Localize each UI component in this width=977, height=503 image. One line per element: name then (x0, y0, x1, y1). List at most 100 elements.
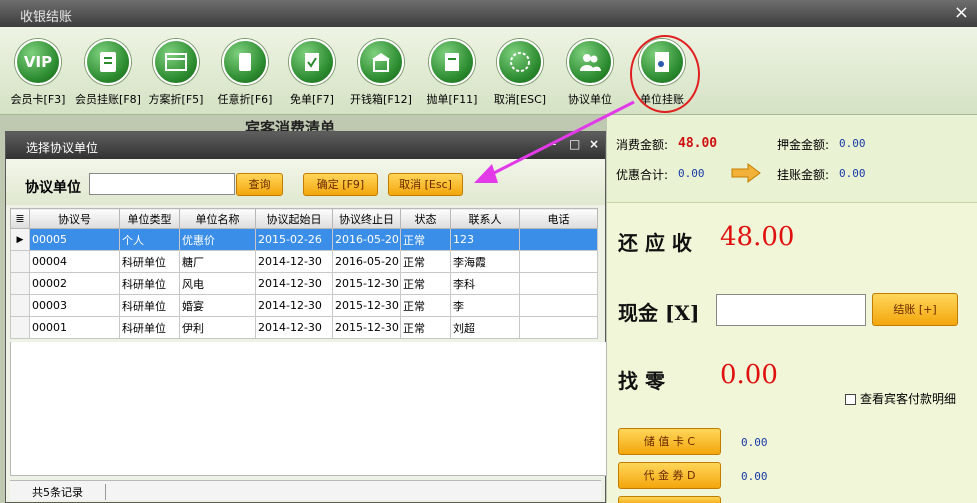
toolbar-button-agreement-unit[interactable]: 协议单位 (555, 39, 625, 107)
search-bar: 协议单位 查询 确定 [F9] 取消 [Esc] (6, 159, 605, 205)
table-cell: 个人 (119, 228, 180, 251)
table-row[interactable]: 00002 科研单位 风电 2014-12-30 2015-12-30 正常 李科 (10, 272, 598, 295)
toolbar-button-custom-discount[interactable]: 任意折[F6] (210, 39, 280, 107)
arrow-right-icon (731, 163, 761, 183)
confirm-button[interactable]: 确定 [F9] (303, 173, 378, 196)
table-cell: 科研单位 (119, 294, 180, 317)
dialog-close-icon[interactable]: × (589, 137, 599, 151)
table-cell: 2015-12-30 (332, 316, 401, 339)
toolbar-label: 协议单位 (568, 93, 612, 106)
window-titlebar: 收银结账 × (0, 0, 977, 27)
free-order-icon (289, 39, 335, 85)
table-cell: 科研单位 (119, 250, 180, 273)
table-cell: 2015-12-30 (332, 294, 401, 317)
row-indicator (10, 294, 30, 317)
dialog-title: 选择协议单位 (26, 141, 99, 155)
toolbar-button-plan-discount[interactable]: 方案折[F5] (141, 39, 211, 107)
column-header[interactable]: 协议起始日 (255, 208, 333, 229)
table-cell: 优惠价 (179, 228, 256, 251)
table-cell: 2015-12-30 (332, 272, 401, 295)
payment-detail-label: 查看宾客付款明细 (860, 392, 957, 406)
table-cell: 2016-05-20 (332, 250, 401, 273)
table-cell: 2014-12-30 (255, 250, 333, 273)
dialog-titlebar: 选择协议单位 - □ × (6, 132, 605, 159)
payment-detail-checkbox[interactable]: 查看宾客付款明细 (845, 390, 956, 407)
maximize-icon[interactable]: □ (569, 137, 580, 151)
amount-due-value: 48.00 (720, 222, 795, 252)
table-cell: 糖厂 (179, 250, 256, 273)
column-header[interactable]: 协议终止日 (332, 208, 401, 229)
discount-total-label: 优惠合计: (616, 168, 669, 182)
summary-box (607, 115, 977, 203)
table-cell: 2014-12-30 (255, 272, 333, 295)
next-payment-button[interactable] (618, 496, 721, 503)
table-cell: 风电 (179, 272, 256, 295)
table-cell: 正常 (400, 228, 451, 251)
column-header[interactable]: 单位名称 (179, 208, 256, 229)
table-row[interactable]: 00001 科研单位 伊利 2014-12-30 2015-12-30 正常 刘超 (10, 316, 598, 339)
table-cell: 科研单位 (119, 316, 180, 339)
table-cell: 00003 (29, 294, 120, 317)
table-row[interactable]: 00003 科研单位 婚宴 2014-12-30 2015-12-30 正常李 (10, 294, 598, 317)
credit-amount-label: 挂账金额: (777, 168, 830, 182)
table-cell: 123 (450, 228, 520, 251)
toolbar-button-cash-drawer[interactable]: 开钱箱[F12] (346, 39, 416, 107)
table-row[interactable]: ▶ 00005 个人 优惠价 2015-02-26 2016-05-20 正常 123 (10, 228, 598, 251)
table-cell: 正常 (400, 316, 451, 339)
column-header[interactable]: 联系人 (450, 208, 520, 229)
table-cell (519, 228, 598, 251)
table-cell: 李科 (450, 272, 520, 295)
row-indicator (10, 272, 30, 295)
table-cell: 正常 (400, 294, 451, 317)
cash-drawer-icon (358, 39, 404, 85)
table-cell: 正常 (400, 272, 451, 295)
table-empty-area (10, 342, 607, 476)
toolbar-button-cancel[interactable]: 取消[ESC] (485, 39, 555, 107)
suspend-order-icon (429, 39, 475, 85)
column-header[interactable]: 单位类型 (119, 208, 180, 229)
cash-input[interactable] (716, 294, 866, 326)
column-header[interactable]: 协议号 (29, 208, 120, 229)
checkbox-box[interactable] (845, 394, 856, 405)
select-agreement-unit-dialog: 选择协议单位 - □ × 协议单位 查询 确定 [F9] 取消 [Esc] ≣ 协… (5, 131, 607, 503)
table-cell: 伊利 (179, 316, 256, 339)
cash-label: 现金 [X] (618, 301, 700, 325)
row-indicator (10, 316, 30, 339)
cancel-icon (497, 39, 543, 85)
toolbar-button-suspend-order[interactable]: 抛单[F11] (417, 39, 487, 107)
amount-due-label: 还 应 收 (618, 231, 692, 255)
toolbar-button-free-order[interactable]: 免单[F7] (277, 39, 347, 107)
close-icon[interactable]: × (954, 2, 969, 23)
minimize-icon[interactable]: - (552, 137, 556, 151)
toolbar: VIP 会员卡[F3] 会员挂账[F8] 方案折[F5] 任意折[F6] 免单[F7] 开钱… (0, 27, 977, 115)
cancel-button[interactable]: 取消 [Esc] (388, 173, 463, 196)
table-row[interactable]: 00004 科研单位 糖厂 2014-12-30 2016-05-20 正常 李海霞 (10, 250, 598, 273)
table-cell: 婚宴 (179, 294, 256, 317)
window-title: 收银结账 (20, 10, 73, 25)
column-header[interactable]: 状态 (400, 208, 451, 229)
table-cell: 2016-05-20 (332, 228, 401, 251)
record-count: 共5条记录 (32, 484, 106, 500)
table-cell (519, 316, 598, 339)
row-indicator (10, 250, 30, 273)
table-cell: 00001 (29, 316, 120, 339)
deposit-amount-label: 押金金额: (777, 138, 830, 152)
agreement-unit-icon (567, 39, 613, 85)
table-cell: 李 (450, 294, 520, 317)
voucher-button[interactable]: 代 金 券 D (618, 462, 721, 489)
stored-card-button[interactable]: 储 值 卡 C (618, 428, 721, 455)
deposit-amount-value: 0.00 (839, 137, 866, 150)
table-cell: 00002 (29, 272, 120, 295)
query-button[interactable]: 查询 (236, 173, 283, 196)
agreement-unit-search-input[interactable] (89, 173, 235, 195)
table-cell: 2014-12-30 (255, 294, 333, 317)
custom-discount-icon (222, 39, 268, 85)
change-value: 0.00 (720, 360, 778, 390)
toolbar-button-member-credit[interactable]: 会员挂账[F8] (73, 39, 143, 107)
table-cell: 刘超 (450, 316, 520, 339)
member-credit-icon (85, 39, 131, 85)
table-cell: 正常 (400, 250, 451, 273)
column-header[interactable]: 电话 (519, 208, 598, 229)
toolbar-button-vip-card[interactable]: VIP 会员卡[F3] (3, 39, 73, 107)
checkout-button[interactable]: 结账 [+] (872, 293, 958, 326)
